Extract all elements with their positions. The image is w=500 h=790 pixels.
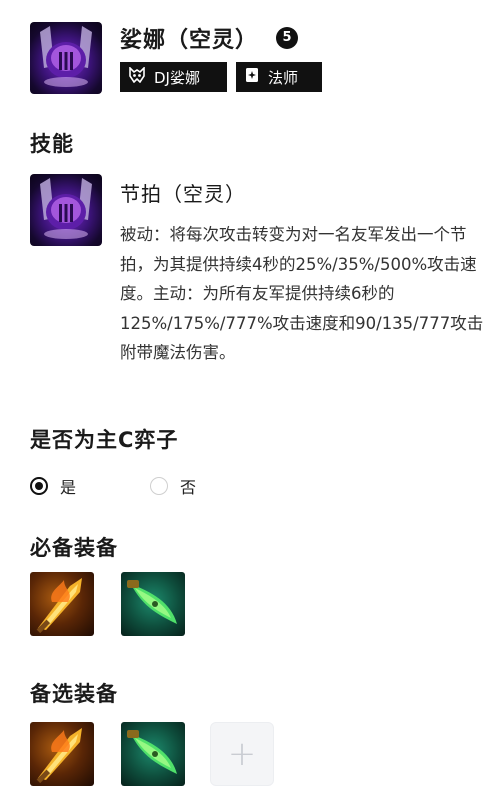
- radio-selected-icon[interactable]: [30, 477, 48, 495]
- champion-portrait: [30, 22, 102, 94]
- flaming-sword-icon[interactable]: [30, 722, 94, 786]
- radio-label: 是: [60, 478, 77, 497]
- skill-section-title: 技能: [30, 132, 74, 156]
- trait-label: 法师: [268, 68, 299, 87]
- radio-option-no[interactable]: 否: [150, 474, 196, 498]
- skill-icon: [30, 174, 102, 246]
- green-blade-icon[interactable]: [121, 722, 185, 786]
- required-items-title: 必备装备: [30, 536, 118, 560]
- flaming-sword-icon[interactable]: [30, 572, 94, 636]
- trait-badge-dj-sona[interactable]: DJ娑娜: [120, 62, 227, 92]
- champion-portrait-art: [40, 26, 92, 87]
- green-blade-icon[interactable]: [121, 572, 185, 636]
- trait-badge-mage[interactable]: 法师: [236, 62, 322, 92]
- plus-icon: +: [227, 734, 257, 774]
- trait-label: DJ娑娜: [154, 68, 200, 87]
- radio-option-yes[interactable]: 是: [30, 474, 76, 498]
- spellbook-icon: [244, 67, 260, 87]
- cost-badge: 5: [276, 27, 298, 49]
- carry-section-title: 是否为主C弈子: [30, 428, 179, 452]
- skill-name: 节拍（空灵）: [120, 182, 246, 206]
- dj-mask-icon: [128, 66, 146, 87]
- radio-label: 否: [180, 478, 197, 497]
- skill-description: 被动：将每次攻击转变为对一名友军发出一个节拍，为其提供持续4秒的25%/35%/…: [120, 225, 484, 362]
- alternate-items-title: 备选装备: [30, 682, 118, 706]
- champion-name: 娑娜（空灵）: [120, 28, 259, 53]
- add-item-button[interactable]: +: [210, 722, 274, 786]
- radio-unselected-icon[interactable]: [150, 477, 168, 495]
